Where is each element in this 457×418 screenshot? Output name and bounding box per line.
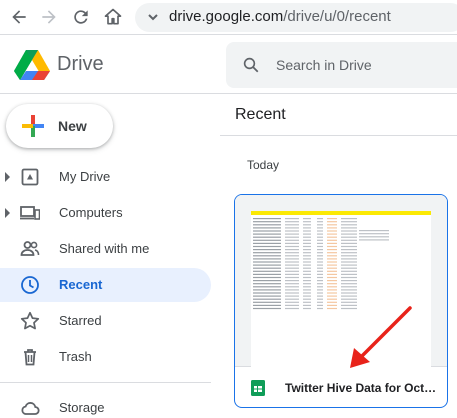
search-placeholder: Search in Drive	[276, 57, 372, 73]
red-arrow-annotation	[350, 306, 412, 368]
forward-button[interactable]	[38, 6, 60, 28]
forward-arrow-icon	[42, 10, 56, 24]
sidebar-item-shared[interactable]: Shared with me	[0, 232, 211, 266]
clock-icon	[21, 276, 39, 294]
star-icon	[20, 311, 40, 330]
sidebar-divider	[0, 382, 211, 383]
url-host: drive.google.com	[169, 8, 284, 25]
home-icon	[104, 8, 122, 25]
google-drive-logo-icon[interactable]	[14, 50, 50, 80]
search-icon[interactable]	[242, 56, 260, 74]
home-button[interactable]	[102, 6, 124, 28]
new-button-label: New	[58, 118, 87, 134]
sidebar-item-my-drive[interactable]: My Drive	[0, 160, 211, 194]
sidebar-item-starred[interactable]: Starred	[0, 304, 211, 338]
sidebar-item-label: Trash	[59, 349, 92, 364]
google-sheets-icon	[251, 380, 265, 396]
sidebar-item-recent[interactable]: Recent	[0, 268, 211, 302]
url-path: /drive/u/0/recent	[283, 8, 391, 25]
cloud-icon	[21, 402, 40, 415]
my-drive-icon	[21, 168, 39, 186]
trash-icon	[24, 349, 36, 366]
sidebar-item-label: Shared with me	[59, 241, 150, 256]
shared-icon	[20, 241, 40, 256]
expand-caret-icon[interactable]	[5, 208, 10, 218]
plus-icon	[22, 115, 44, 137]
app-name: Drive	[57, 53, 104, 75]
header-divider	[220, 135, 457, 136]
sidebar-item-label: Storage	[59, 400, 105, 415]
computers-icon	[20, 206, 40, 220]
sidebar-item-trash[interactable]: Trash	[0, 340, 211, 374]
sidebar-item-storage[interactable]: Storage	[0, 391, 211, 418]
section-heading: Today	[247, 158, 280, 172]
search-box[interactable]: Search in Drive	[226, 42, 457, 88]
site-info-chevron-icon[interactable]	[145, 9, 161, 25]
drive-header: Drive Search in Drive	[0, 36, 457, 94]
sidebar-item-label: Recent	[59, 277, 103, 292]
address-bar[interactable]: drive.google.com/drive/u/0/recent	[135, 3, 457, 32]
sidebar-item-label: Starred	[59, 313, 102, 328]
expand-caret-icon[interactable]	[5, 172, 10, 182]
back-arrow-icon	[12, 10, 26, 24]
page-title: Recent	[235, 106, 286, 123]
back-button[interactable]	[8, 6, 30, 28]
url-text[interactable]: drive.google.com/drive/u/0/recent	[169, 8, 391, 25]
sidebar-item-computers[interactable]: Computers	[0, 196, 211, 230]
reload-icon	[74, 10, 88, 24]
sidebar-item-label: Computers	[59, 205, 123, 220]
browser-toolbar: drive.google.com/drive/u/0/recent	[0, 0, 457, 35]
reload-button[interactable]	[70, 6, 92, 28]
new-button[interactable]: New	[6, 104, 113, 148]
file-name: Twitter Hive Data for October	[285, 381, 437, 395]
sidebar-item-label: My Drive	[59, 169, 111, 184]
